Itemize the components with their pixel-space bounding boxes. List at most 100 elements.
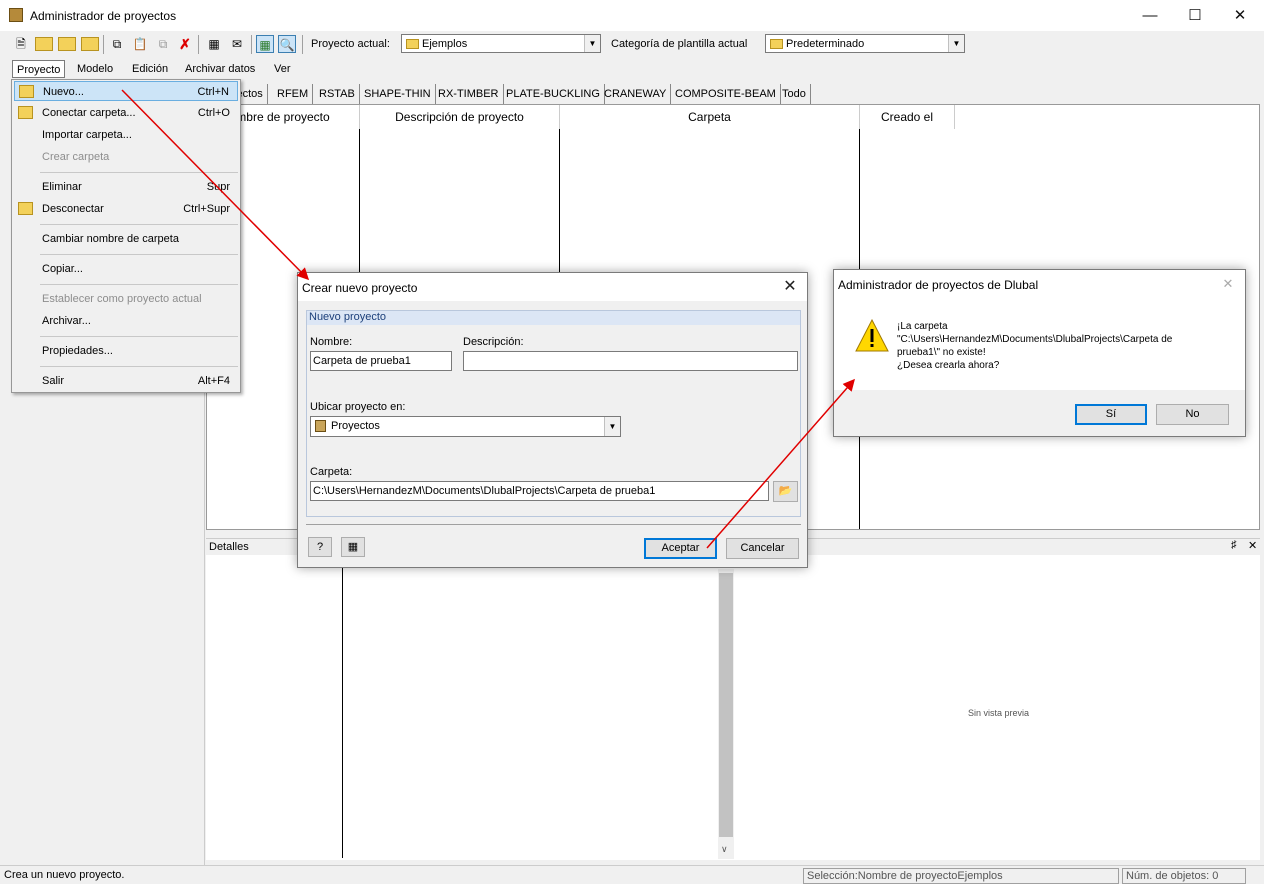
dialog-separator: [306, 524, 801, 525]
column-divider: [342, 555, 343, 858]
browse-folder-button[interactable]: 📂: [773, 481, 798, 502]
menu-item-copiar[interactable]: Copiar...: [14, 259, 238, 279]
info-button[interactable]: ▦: [341, 537, 365, 557]
preview-view-icon[interactable]: 🔍: [278, 35, 296, 53]
menu-item-conectar-carpeta[interactable]: Conectar carpeta... Ctrl+O: [14, 103, 238, 123]
tab-craneway[interactable]: CRANEWAY: [600, 84, 672, 104]
current-project-label: Proyecto actual:: [311, 38, 390, 50]
close-icon[interactable]: ✕: [779, 276, 801, 298]
folder-input[interactable]: C:\Users\HernandezM\Documents\DlubalProj…: [310, 481, 769, 501]
chevron-down-icon[interactable]: ∨: [721, 844, 728, 855]
menu-item-archivar[interactable]: Archivar...: [14, 311, 238, 331]
properties-icon[interactable]: ▦: [205, 35, 223, 53]
status-object-count: Núm. de objetos: 0: [1122, 868, 1246, 884]
description-input[interactable]: [463, 351, 798, 371]
program-tabs: yectos RFEM RSTAB SHAPE-THIN RX-TIMBER P…: [205, 84, 1264, 104]
connect-folder-icon: [18, 106, 33, 119]
no-button[interactable]: No: [1156, 404, 1229, 425]
toolbar-separator: [103, 35, 104, 54]
column-header-folder[interactable]: Carpeta: [560, 105, 860, 129]
menu-separator: [40, 336, 238, 337]
close-icon[interactable]: ✕: [1248, 539, 1257, 552]
copy-icon[interactable]: ⧉: [108, 35, 126, 53]
vertical-scrollbar[interactable]: ∨: [718, 569, 734, 859]
column-header-description[interactable]: Descripción de proyecto: [360, 105, 560, 129]
menu-ver[interactable]: Ver: [270, 60, 295, 78]
cancel-button[interactable]: Cancelar: [726, 538, 799, 559]
close-button[interactable]: ✕: [1217, 0, 1263, 31]
duplicate-icon[interactable]: ⧉: [154, 35, 172, 53]
scrollbar-thumb[interactable]: [719, 573, 733, 837]
connect-folder-icon[interactable]: [58, 37, 76, 51]
template-category-select[interactable]: Predeterminado ▼: [765, 34, 965, 53]
details-title: Detalles: [209, 541, 249, 553]
menu-separator: [40, 284, 238, 285]
location-select[interactable]: Proyectos ▼: [310, 416, 621, 437]
menu-bar: Proyecto Modelo Edición Archivar datos V…: [0, 58, 1264, 79]
menu-item-importar-carpeta[interactable]: Importar carpeta...: [14, 125, 238, 145]
tab-rfem[interactable]: RFEM: [273, 84, 314, 104]
group-header: Nuevo proyecto: [307, 311, 800, 325]
dialog-title: Administrador de proyectos de Dlubal: [838, 278, 1039, 292]
app-icon: [9, 8, 23, 22]
status-selection: Selección:Nombre de proyectoEjemplos: [803, 868, 1119, 884]
tab-todo[interactable]: Todo: [778, 84, 811, 104]
tab-rx-timber[interactable]: RX-TIMBER: [434, 84, 504, 104]
chevron-down-icon: ▼: [948, 35, 964, 52]
name-input[interactable]: Carpeta de prueba1: [310, 351, 452, 371]
yes-button[interactable]: Sí: [1075, 404, 1147, 425]
menu-item-establecer-actual: Establecer como proyecto actual: [42, 293, 202, 305]
menu-separator: [40, 254, 238, 255]
archive-icon[interactable]: ✉: [228, 35, 246, 53]
menu-item-propiedades[interactable]: Propiedades...: [14, 341, 238, 361]
menu-edicion[interactable]: Edición: [128, 60, 172, 78]
name-label: Nombre:: [310, 336, 353, 348]
message-line: ¡La carpeta: [897, 321, 948, 332]
toolbar-separator: [302, 35, 303, 54]
menu-item-cambiar-nombre[interactable]: Cambiar nombre de carpeta: [14, 229, 238, 249]
tab-shape-thin[interactable]: SHAPE-THIN: [360, 84, 436, 104]
close-icon[interactable]: ✕: [1217, 273, 1239, 295]
menu-separator: [40, 224, 238, 225]
maximize-button[interactable]: ☐: [1172, 0, 1218, 31]
paste-icon[interactable]: 📋: [131, 35, 149, 53]
disconnect-folder-icon: [18, 202, 33, 215]
accept-button[interactable]: Aceptar: [644, 538, 717, 559]
menu-item-nuevo[interactable]: Nuevo... Ctrl+N: [14, 81, 238, 101]
open-folder-icon[interactable]: [35, 37, 53, 51]
tab-rstab[interactable]: RSTAB: [315, 84, 360, 104]
new-folder-icon: [19, 85, 34, 98]
current-project-select[interactable]: Ejemplos ▼: [401, 34, 601, 53]
tab-plate-buckling[interactable]: PLATE-BUCKLING: [502, 84, 605, 104]
menu-archivar-datos[interactable]: Archivar datos: [181, 60, 259, 78]
column-header-created[interactable]: Creado el: [860, 105, 955, 129]
chevron-down-icon: ▼: [604, 417, 620, 436]
menu-proyecto[interactable]: Proyecto: [12, 60, 66, 78]
menu-item-desconectar[interactable]: Desconectar Ctrl+Supr: [14, 199, 238, 219]
description-label: Descripción:: [463, 336, 524, 348]
delete-icon[interactable]: ✗: [176, 35, 194, 53]
template-category-label: Categoría de plantilla actual: [611, 38, 748, 50]
help-button[interactable]: ?: [308, 537, 332, 557]
new-document-icon[interactable]: 🗎: [12, 35, 30, 53]
disconnect-folder-icon[interactable]: [81, 37, 99, 51]
tab-composite-beam[interactable]: COMPOSITE-BEAM: [671, 84, 781, 104]
folder-icon: [770, 39, 783, 49]
location-value: Proyectos: [331, 420, 380, 432]
minimize-button[interactable]: —: [1127, 0, 1173, 31]
toolbar-separator: [198, 35, 199, 54]
chevron-down-icon: ▼: [584, 35, 600, 52]
warning-icon: [855, 319, 889, 352]
template-category-value: Predeterminado: [786, 38, 865, 50]
group-title: Nuevo proyecto: [309, 311, 387, 323]
pin-icon[interactable]: ♯: [1231, 539, 1237, 551]
confirm-create-folder-dialog: Administrador de proyectos de Dlubal ✕ ¡…: [833, 269, 1246, 437]
menu-item-salir[interactable]: Salir Alt+F4: [14, 371, 238, 391]
message-text: ¡La carpeta "C:\Users\HernandezM\Documen…: [897, 320, 1172, 372]
menu-modelo[interactable]: Modelo: [73, 60, 117, 78]
grid-view-icon[interactable]: ▦: [256, 35, 274, 53]
menu-item-eliminar[interactable]: Eliminar Supr: [14, 177, 238, 197]
toolbar: 🗎 ⧉ 📋 ⧉ ✗ ▦ ✉ ▦ 🔍 Proyecto actual: Ejemp…: [0, 31, 1264, 58]
message-line: "C:\Users\HernandezM\Documents\DlubalPro…: [897, 334, 1173, 345]
help-icon: ?: [316, 541, 324, 553]
